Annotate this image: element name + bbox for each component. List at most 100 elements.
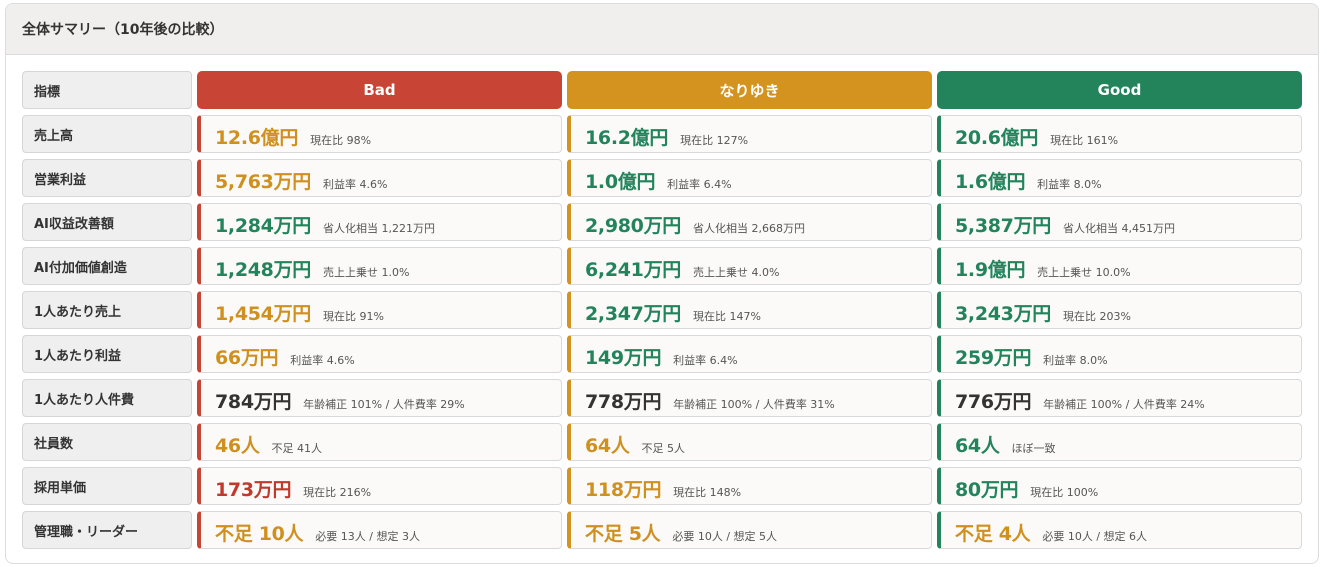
- metric-note: 現在比 147%: [693, 310, 761, 323]
- value-cell-nariyuki: 64人 不足 5人: [567, 423, 932, 461]
- metric-note: 年齢補正 101% / 人件費率 29%: [303, 398, 465, 411]
- metric-note: 現在比 148%: [673, 486, 742, 499]
- metric-value: 20.6億円: [955, 127, 1039, 149]
- value-cell-bad: 1,284万円 省人化相当 1,221万円: [197, 203, 562, 241]
- metric-note: 省人化相当 4,451万円: [1063, 222, 1175, 235]
- metric-value: 64人: [585, 435, 630, 457]
- metric-value: 66万円: [215, 347, 279, 369]
- metric-note: 現在比 98%: [310, 134, 372, 147]
- value-cell-bad: 不足 10人 必要 13人 / 想定 3人: [197, 511, 562, 549]
- metric-value: 784万円: [215, 391, 292, 413]
- value-cell-good: 20.6億円 現在比 161%: [937, 115, 1302, 153]
- value-cell-good: 3,243万円 現在比 203%: [937, 291, 1302, 329]
- metric-note: 年齢補正 100% / 人件費率 24%: [1043, 398, 1205, 411]
- metric-note: 現在比 216%: [303, 486, 372, 499]
- metric-note: 省人化相当 1,221万円: [323, 222, 435, 235]
- metric-value: 778万円: [585, 391, 662, 413]
- value-cell-bad: 66万円 利益率 4.6%: [197, 335, 562, 373]
- metric-label: 1人あたり売上: [22, 291, 192, 329]
- metric-value: 1.0億円: [585, 171, 656, 193]
- metric-note: 省人化相当 2,668万円: [693, 222, 805, 235]
- metric-label: 売上高: [22, 115, 192, 153]
- corner-header: 指標: [22, 71, 192, 109]
- metric-value: 118万円: [585, 479, 662, 501]
- metric-label: 営業利益: [22, 159, 192, 197]
- metric-value: 不足 4人: [955, 523, 1031, 545]
- metric-value: 1,284万円: [215, 215, 311, 237]
- metric-value: 3,243万円: [955, 303, 1051, 325]
- metric-value: 149万円: [585, 347, 662, 369]
- metric-value: 2,347万円: [585, 303, 681, 325]
- value-cell-nariyuki: 1.0億円 利益率 6.4%: [567, 159, 932, 197]
- metric-note: 現在比 203%: [1063, 310, 1131, 323]
- metric-value: 776万円: [955, 391, 1032, 413]
- metric-label: 1人あたり利益: [22, 335, 192, 373]
- metric-note: 売上上乗せ 1.0%: [323, 266, 410, 279]
- metric-value: 173万円: [215, 479, 292, 501]
- metric-value: 1.9億円: [955, 259, 1026, 281]
- value-cell-good: 64人 ほぼ一致: [937, 423, 1302, 461]
- metric-value: 12.6億円: [215, 127, 299, 149]
- metric-value: 16.2億円: [585, 127, 669, 149]
- value-cell-nariyuki: 16.2億円 現在比 127%: [567, 115, 932, 153]
- value-cell-bad: 5,763万円 利益率 4.6%: [197, 159, 562, 197]
- metric-value: 64人: [955, 435, 1000, 457]
- metric-note: 利益率 6.4%: [673, 354, 738, 367]
- scenario-header-good: Good: [937, 71, 1302, 109]
- metric-value: 259万円: [955, 347, 1032, 369]
- metric-label: AI収益改善額: [22, 203, 192, 241]
- value-cell-nariyuki: 149万円 利益率 6.4%: [567, 335, 932, 373]
- metric-note: 利益率 6.4%: [667, 178, 732, 191]
- metric-note: 必要 13人 / 想定 3人: [315, 530, 420, 543]
- metric-note: 現在比 161%: [1050, 134, 1119, 147]
- value-cell-nariyuki: 118万円 現在比 148%: [567, 467, 932, 505]
- metric-note: 売上上乗せ 10.0%: [1037, 266, 1131, 279]
- value-cell-bad: 12.6億円 現在比 98%: [197, 115, 562, 153]
- metric-label: 1人あたり人件費: [22, 379, 192, 417]
- value-cell-bad: 1,248万円 売上上乗せ 1.0%: [197, 247, 562, 285]
- metric-value: 6,241万円: [585, 259, 681, 281]
- metric-value: 不足 10人: [215, 523, 304, 545]
- metric-note: 利益率 4.6%: [290, 354, 355, 367]
- metric-label: 社員数: [22, 423, 192, 461]
- metric-note: 不足 5人: [641, 442, 686, 455]
- metric-label: AI付加価値創造: [22, 247, 192, 285]
- metric-note: 利益率 4.6%: [323, 178, 388, 191]
- value-cell-good: 1.6億円 利益率 8.0%: [937, 159, 1302, 197]
- metric-value: 80万円: [955, 479, 1019, 501]
- value-cell-nariyuki: 778万円 年齢補正 100% / 人件費率 31%: [567, 379, 932, 417]
- panel-title: 全体サマリー（10年後の比較）: [6, 4, 1318, 55]
- scenario-header-bad: Bad: [197, 71, 562, 109]
- value-cell-good: 不足 4人 必要 10人 / 想定 6人: [937, 511, 1302, 549]
- value-cell-bad: 173万円 現在比 216%: [197, 467, 562, 505]
- metric-note: 利益率 8.0%: [1037, 178, 1102, 191]
- metric-note: 必要 10人 / 想定 6人: [1042, 530, 1148, 543]
- value-cell-bad: 784万円 年齢補正 101% / 人件費率 29%: [197, 379, 562, 417]
- metric-value: 不足 5人: [585, 523, 661, 545]
- metric-value: 5,387万円: [955, 215, 1051, 237]
- value-cell-nariyuki: 6,241万円 売上上乗せ 4.0%: [567, 247, 932, 285]
- value-cell-nariyuki: 不足 5人 必要 10人 / 想定 5人: [567, 511, 932, 549]
- metric-note: 利益率 8.0%: [1043, 354, 1108, 367]
- metric-note: 現在比 91%: [323, 310, 384, 323]
- metric-value: 1,454万円: [215, 303, 311, 325]
- scenario-header-nariyuki: なりゆき: [567, 71, 932, 109]
- metric-note: 現在比 127%: [680, 134, 749, 147]
- value-cell-bad: 46人 不足 41人: [197, 423, 562, 461]
- value-cell-nariyuki: 2,347万円 現在比 147%: [567, 291, 932, 329]
- summary-panel: 全体サマリー（10年後の比較） 指標 Bad なりゆき Good 売上高 12.6…: [5, 3, 1319, 564]
- metric-value: 5,763万円: [215, 171, 311, 193]
- metric-value: 2,980万円: [585, 215, 681, 237]
- metric-value: 46人: [215, 435, 260, 457]
- metric-note: ほぼ一致: [1011, 442, 1056, 455]
- metric-note: 売上上乗せ 4.0%: [693, 266, 780, 279]
- value-cell-good: 1.9億円 売上上乗せ 10.0%: [937, 247, 1302, 285]
- value-cell-good: 80万円 現在比 100%: [937, 467, 1302, 505]
- value-cell-bad: 1,454万円 現在比 91%: [197, 291, 562, 329]
- value-cell-nariyuki: 2,980万円 省人化相当 2,668万円: [567, 203, 932, 241]
- metric-value: 1,248万円: [215, 259, 311, 281]
- metric-note: 必要 10人 / 想定 5人: [672, 530, 778, 543]
- metric-value: 1.6億円: [955, 171, 1026, 193]
- metric-note: 年齢補正 100% / 人件費率 31%: [673, 398, 835, 411]
- metric-label: 採用単価: [22, 467, 192, 505]
